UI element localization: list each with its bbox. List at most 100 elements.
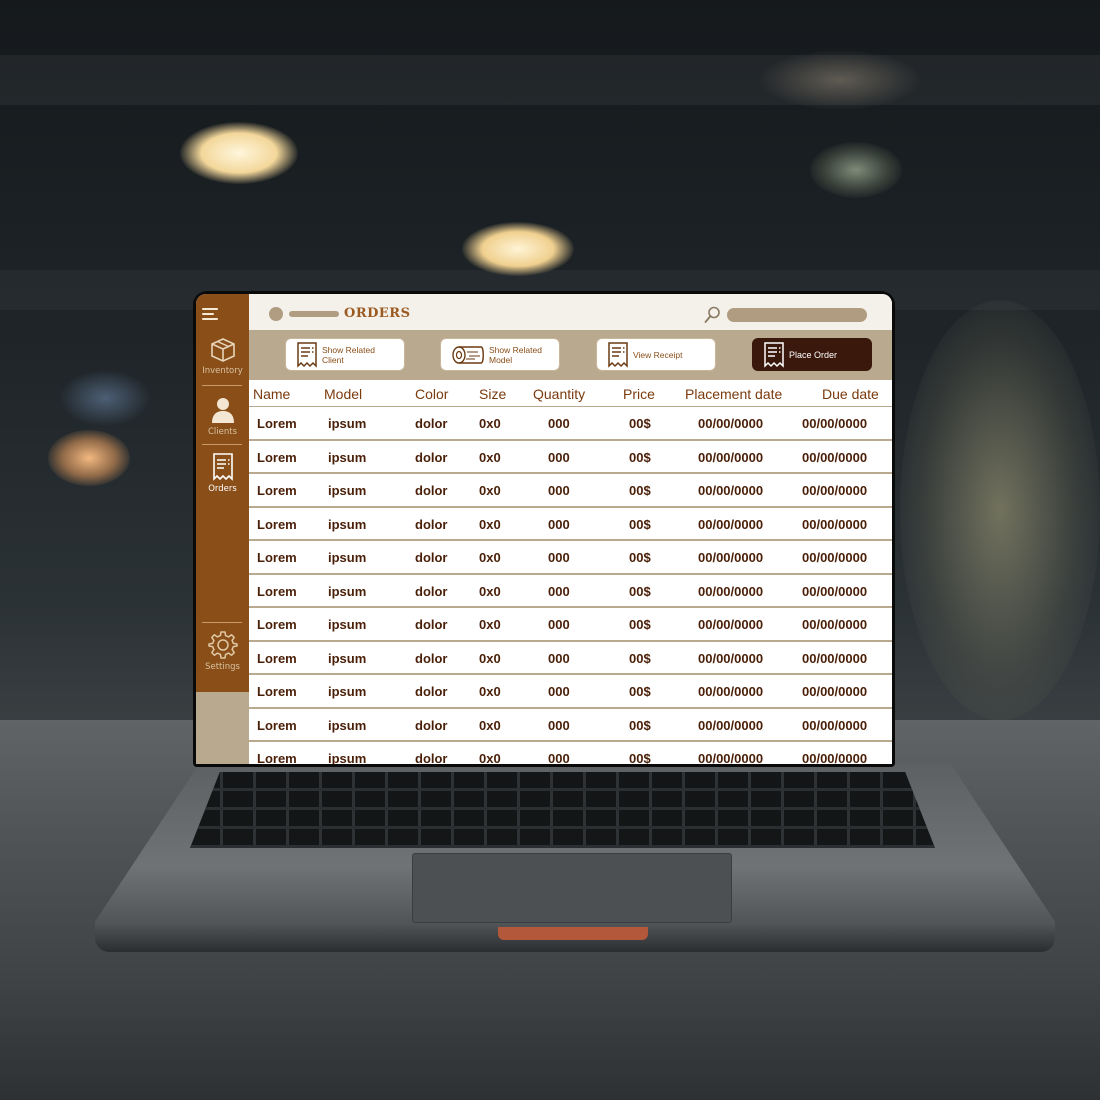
cell-color: dolor xyxy=(415,449,448,465)
cell-size: 0x0 xyxy=(479,483,501,498)
divider xyxy=(202,385,242,386)
cell-name: Lorem xyxy=(257,516,297,532)
column-header-quantity[interactable]: Quantity xyxy=(533,386,585,402)
cell-size: 0x0 xyxy=(479,550,501,565)
avatar[interactable] xyxy=(269,307,283,321)
button-label: Show Related xyxy=(322,344,375,355)
cell-quantity: 000 xyxy=(548,751,570,764)
cell-quantity: 000 xyxy=(548,650,570,666)
cell-price: 00$ xyxy=(629,650,651,666)
search-icon[interactable] xyxy=(704,306,720,324)
cell-due-date: 00/00/0000 xyxy=(802,717,868,733)
cell-model: ipsum xyxy=(328,684,367,699)
cell-size: 0x0 xyxy=(479,516,501,532)
cell-model: ipsum xyxy=(328,617,367,632)
cell-size: 0x0 xyxy=(479,650,501,666)
table-row[interactable]: Lorem ipsum dolor 0x0 000 00$ 00/00/0000 00/00/… xyxy=(249,508,892,541)
table-row[interactable]: Lorem ipsum dolor 0x0 000 00$ 00/00/0000 00/00/… xyxy=(249,675,892,709)
bokeh-light xyxy=(60,370,150,426)
cell-price: 00$ xyxy=(629,617,651,632)
button-label: Place Order xyxy=(789,349,838,360)
cell-due-date: 00/00/0000 xyxy=(802,449,868,465)
column-header-name[interactable]: Name xyxy=(253,386,290,402)
divider xyxy=(202,444,242,445)
cell-due-date: 00/00/0000 xyxy=(802,416,868,431)
cell-color: dolor xyxy=(415,550,448,565)
cell-size: 0x0 xyxy=(479,717,501,733)
sidebar: Inventory Clients Orders Settings xyxy=(196,294,249,764)
table-row[interactable]: Lorem ipsum dolor 0x0 000 00$ 00/00/0000 00/00/… xyxy=(249,407,892,441)
sidebar-item-clients[interactable]: Clients xyxy=(196,395,249,437)
cell-size: 0x0 xyxy=(479,449,501,465)
cell-price: 00$ xyxy=(629,583,651,599)
cell-due-date: 00/00/0000 xyxy=(802,650,868,666)
wood-log-icon xyxy=(452,345,484,364)
laptop-front-notch xyxy=(498,927,648,940)
button-label: Client xyxy=(322,354,344,365)
table-row[interactable]: Lorem ipsum dolor 0x0 000 00$ 00/00/0000 00/00/… xyxy=(249,541,892,575)
cell-price: 00$ xyxy=(629,416,651,431)
table-row[interactable]: Lorem ipsum dolor 0x0 000 00$ 00/00/0000 00/00/… xyxy=(249,474,892,508)
column-header-due-date[interactable]: Due date xyxy=(822,386,879,402)
cell-placement-date: 00/00/0000 xyxy=(698,650,764,666)
laptop-trackpad xyxy=(412,853,732,923)
cell-color: dolor xyxy=(415,516,448,532)
table-row[interactable]: Lorem ipsum dolor 0x0 000 00$ 00/00/0000 00/00/… xyxy=(249,742,892,764)
cell-placement-date: 00/00/0000 xyxy=(698,617,764,632)
gear-icon xyxy=(207,631,238,659)
button-label: Model xyxy=(489,354,513,365)
cell-due-date: 00/00/0000 xyxy=(802,583,868,599)
cell-quantity: 000 xyxy=(548,416,570,431)
sidebar-item-inventory[interactable]: Inventory xyxy=(196,336,249,376)
column-header-placement-date[interactable]: Placement date xyxy=(685,386,782,402)
cell-price: 00$ xyxy=(629,550,651,565)
cell-name: Lorem xyxy=(257,717,297,733)
cell-placement-date: 00/00/0000 xyxy=(698,684,764,699)
search-input[interactable] xyxy=(727,308,867,322)
cell-name: Lorem xyxy=(257,416,297,431)
box-icon xyxy=(210,338,235,362)
receipt-icon xyxy=(764,341,784,368)
ceiling-light xyxy=(462,222,574,276)
cell-price: 00$ xyxy=(629,449,651,465)
sidebar-item-orders[interactable]: Orders xyxy=(196,452,249,494)
cell-model: ipsum xyxy=(328,516,367,532)
cell-size: 0x0 xyxy=(479,583,501,599)
column-header-model[interactable]: Model xyxy=(324,386,362,402)
sidebar-item-settings[interactable]: Settings xyxy=(196,630,249,672)
show-related-client-button[interactable]: Show Related Client xyxy=(285,338,405,371)
cell-model: ipsum xyxy=(328,550,367,565)
cell-size: 0x0 xyxy=(479,751,501,764)
column-header-price[interactable]: Price xyxy=(623,386,655,402)
cell-due-date: 00/00/0000 xyxy=(802,684,868,699)
main-panel: ORDERS Show Related Client Show Related … xyxy=(249,294,892,764)
column-header-color[interactable]: Color xyxy=(415,386,448,402)
view-receipt-button[interactable]: View Receipt xyxy=(596,338,716,371)
cell-size: 0x0 xyxy=(479,617,501,632)
cell-model: ipsum xyxy=(328,583,367,599)
hamburger-menu-icon[interactable] xyxy=(202,308,220,322)
table-row[interactable]: Lorem ipsum dolor 0x0 000 00$ 00/00/0000 00/00/… xyxy=(249,709,892,742)
cell-price: 00$ xyxy=(629,717,651,733)
cell-model: ipsum xyxy=(328,416,367,431)
column-header-size[interactable]: Size xyxy=(479,386,506,402)
action-toolbar: Show Related Client Show Related Model Vie… xyxy=(249,330,892,380)
table-row[interactable]: Lorem ipsum dolor 0x0 000 00$ 00/00/0000 00/00/… xyxy=(249,575,892,608)
cell-quantity: 000 xyxy=(548,717,570,733)
show-related-model-button[interactable]: Show Related Model xyxy=(440,338,560,371)
sidebar-item-label: Settings xyxy=(205,662,240,672)
cell-name: Lorem xyxy=(257,751,297,764)
table-row[interactable]: Lorem ipsum dolor 0x0 000 00$ 00/00/0000 00/00/… xyxy=(249,642,892,675)
cell-placement-date: 00/00/0000 xyxy=(698,550,764,565)
cell-due-date: 00/00/0000 xyxy=(802,751,868,764)
table-row[interactable]: Lorem ipsum dolor 0x0 000 00$ 00/00/0000 00/00/… xyxy=(249,608,892,642)
table-row[interactable]: Lorem ipsum dolor 0x0 000 00$ 00/00/0000 00/00/… xyxy=(249,441,892,474)
bokeh-light xyxy=(760,50,920,110)
cell-model: ipsum xyxy=(328,751,367,764)
laptop-keyboard-rows xyxy=(190,772,935,848)
cell-price: 00$ xyxy=(629,483,651,498)
cell-placement-date: 00/00/0000 xyxy=(698,583,764,599)
place-order-button[interactable]: Place Order xyxy=(752,338,872,371)
cell-quantity: 000 xyxy=(548,684,570,699)
cell-placement-date: 00/00/0000 xyxy=(698,416,764,431)
